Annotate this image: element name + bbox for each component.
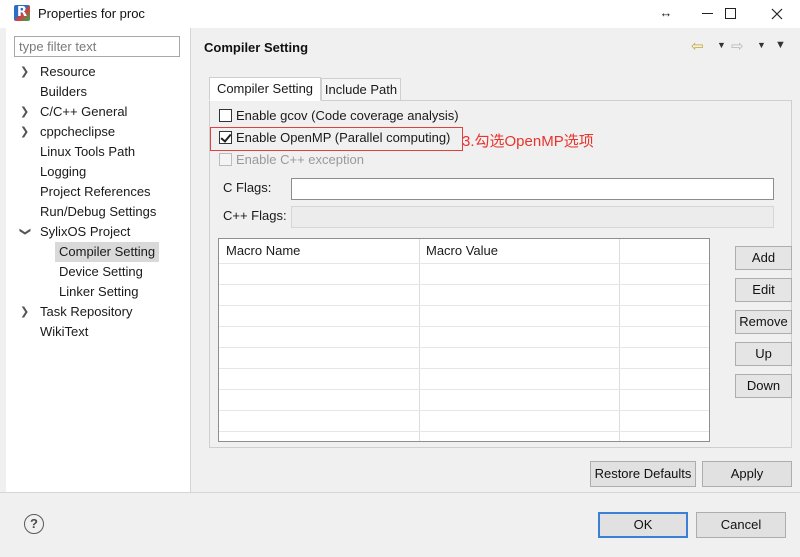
chevron-right-icon[interactable]: ❯: [20, 102, 30, 122]
category-tree: ❯ Resource Builders ❯ C/C++ General ❯ cp…: [6, 62, 190, 342]
category-pane: ❯ Resource Builders ❯ C/C++ General ❯ cp…: [6, 28, 190, 492]
app-logo-icon: R: [14, 5, 30, 21]
close-icon: [771, 8, 783, 20]
tree-item-wikitext[interactable]: WikiText: [6, 322, 190, 342]
title-bar: R Properties for proc ↔: [0, 0, 800, 28]
tree-item-label: Compiler Setting: [55, 242, 160, 262]
tree-item-cpp-general[interactable]: ❯ C/C++ General: [6, 102, 190, 122]
gcov-checkbox[interactable]: [219, 109, 232, 122]
macro-table[interactable]: Macro Name Macro Value: [218, 238, 710, 442]
c-flags-input[interactable]: [291, 178, 774, 200]
annotation-text: 3.勾选OpenMP选项: [462, 133, 594, 150]
tree-item-label: Run/Debug Settings: [40, 204, 157, 219]
down-button[interactable]: Down: [735, 374, 792, 398]
tree-item-sylixos-project[interactable]: ❯ SylixOS Project: [6, 222, 190, 242]
window-title: Properties for proc: [38, 6, 145, 21]
tab-panel: Enable gcov (Code coverage analysis) Ena…: [209, 100, 792, 448]
table-row: [219, 263, 709, 264]
tree-item-label: Linker Setting: [59, 284, 139, 299]
apply-button[interactable]: Apply: [702, 461, 792, 487]
macro-value-header[interactable]: Macro Value: [426, 243, 498, 258]
maximize-button[interactable]: [708, 0, 754, 28]
edit-button[interactable]: Edit: [735, 278, 792, 302]
maximize-icon: [725, 8, 736, 19]
tab-compiler-setting[interactable]: Compiler Setting: [209, 77, 321, 101]
close-button[interactable]: [754, 0, 800, 28]
annotation-highlight: [210, 127, 463, 151]
back-dropdown-icon[interactable]: ▼: [717, 40, 726, 50]
forward-arrow-icon[interactable]: ⇨: [731, 37, 744, 55]
tree-item-label: C/C++ General: [40, 104, 128, 119]
macro-name-header[interactable]: Macro Name: [226, 243, 300, 258]
tree-item-label: Linux Tools Path: [40, 144, 136, 159]
view-menu-icon[interactable]: ▼: [775, 39, 786, 51]
tree-item-device-setting[interactable]: Device Setting: [6, 262, 190, 282]
ok-button[interactable]: OK: [598, 512, 688, 538]
gcov-label: Enable gcov (Code coverage analysis): [236, 108, 459, 123]
tree-item-task-repository[interactable]: ❯ Task Repository: [6, 302, 190, 322]
tree-item-run-debug-settings[interactable]: Run/Debug Settings: [6, 202, 190, 222]
cpp-exception-checkbox: [219, 153, 232, 166]
page-header: Compiler Setting ⇦ ▼ ⇨ ▼ ▼: [191, 28, 800, 68]
chevron-right-icon[interactable]: ❯: [20, 122, 30, 142]
table-row: [219, 410, 709, 411]
c-flags-label: C Flags:: [223, 180, 272, 195]
resize-icon[interactable]: ↔: [646, 0, 686, 28]
cancel-button[interactable]: Cancel: [696, 512, 786, 538]
chevron-right-icon[interactable]: ❯: [20, 302, 30, 322]
table-row: [219, 431, 709, 432]
add-button[interactable]: Add: [735, 246, 792, 270]
dialog-footer: ? OK Cancel: [0, 492, 800, 557]
up-button[interactable]: Up: [735, 342, 792, 366]
forward-dropdown-icon[interactable]: ▼: [757, 40, 766, 50]
cpp-flags-input: [291, 206, 774, 228]
tree-item-label: WikiText: [40, 324, 89, 339]
chevron-down-icon[interactable]: ❯: [15, 227, 35, 237]
table-row: [219, 389, 709, 390]
tree-item-logging[interactable]: Logging: [6, 162, 190, 182]
tree-item-linux-tools-path[interactable]: Linux Tools Path: [6, 142, 190, 162]
tree-item-label: Resource: [40, 64, 96, 79]
tree-item-label: Builders: [40, 84, 87, 99]
remove-button[interactable]: Remove: [735, 310, 792, 334]
chevron-right-icon[interactable]: ❯: [20, 62, 30, 82]
tree-item-label: Project References: [40, 184, 151, 199]
tree-item-label: Task Repository: [40, 304, 133, 319]
cpp-flags-label: C++ Flags:: [223, 208, 287, 223]
restore-defaults-button[interactable]: Restore Defaults: [590, 461, 696, 487]
tree-item-label: Logging: [40, 164, 87, 179]
filter-input[interactable]: [14, 36, 180, 57]
table-row: [219, 305, 709, 306]
table-row: [219, 284, 709, 285]
tree-item-resource[interactable]: ❯ Resource: [6, 62, 190, 82]
tree-item-builders[interactable]: Builders: [6, 82, 190, 102]
property-page: Compiler Setting ⇦ ▼ ⇨ ▼ ▼ Compiler Sett…: [191, 28, 800, 492]
table-row: [219, 368, 709, 369]
cpp-exception-label: Enable C++ exception: [236, 152, 364, 167]
table-row: [219, 326, 709, 327]
help-icon[interactable]: ?: [24, 514, 44, 534]
tree-item-label: Device Setting: [59, 264, 143, 279]
tree-item-label: SylixOS Project: [40, 224, 131, 239]
tree-item-label: cppcheclipse: [40, 124, 116, 139]
table-row: [219, 347, 709, 348]
tree-item-cppcheclipse[interactable]: ❯ cppcheclipse: [6, 122, 190, 142]
tab-include-path[interactable]: Include Path: [321, 78, 401, 102]
page-title: Compiler Setting: [204, 40, 309, 55]
tree-item-linker-setting[interactable]: Linker Setting: [6, 282, 190, 302]
back-arrow-icon[interactable]: ⇦: [691, 37, 704, 55]
tree-item-compiler-setting[interactable]: Compiler Setting: [6, 242, 190, 262]
tree-item-project-references[interactable]: Project References: [6, 182, 190, 202]
